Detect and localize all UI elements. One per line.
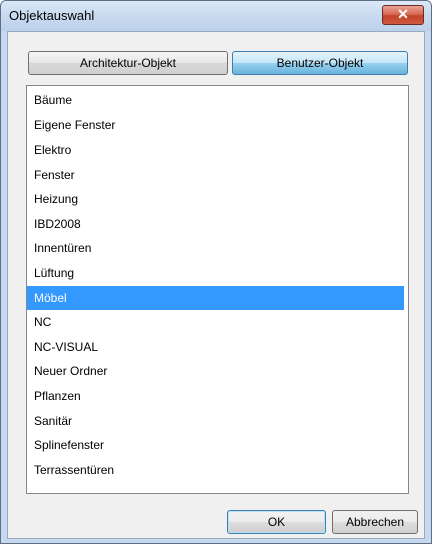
user-object-button[interactable]: Benutzer-Objekt — [232, 51, 408, 75]
dialog-window: Objektauswahl ✕ Architektur-Objekt Benut… — [0, 0, 432, 544]
window-title: Objektauswahl — [9, 8, 95, 23]
ok-button[interactable]: OK — [227, 510, 326, 534]
list-item[interactable]: Innentüren — [27, 236, 404, 260]
list-item[interactable]: IBD2008 — [27, 212, 404, 236]
list-item[interactable]: Eigene Fenster — [27, 113, 404, 137]
list-item[interactable]: Lüftung — [27, 261, 404, 285]
close-icon: ✕ — [397, 6, 409, 22]
list-item[interactable]: Splinefenster — [27, 433, 404, 457]
list-item[interactable]: Elektro — [27, 138, 404, 162]
list-item[interactable]: Terrassentüren — [27, 458, 404, 482]
list-item[interactable]: Heizung — [27, 187, 404, 211]
title-bar[interactable]: Objektauswahl ✕ — [1, 1, 431, 31]
list-item[interactable]: NC-VISUAL — [27, 335, 404, 359]
list-item[interactable]: Sanitär — [27, 409, 404, 433]
list-item[interactable]: Bäume — [27, 88, 404, 112]
list-item[interactable]: Pflanzen — [27, 384, 404, 408]
list-item[interactable]: Fenster — [27, 163, 404, 187]
window-frame-bottom — [1, 539, 431, 543]
list-item-selected[interactable]: Möbel — [27, 286, 404, 310]
list-item[interactable]: Neuer Ordner — [27, 359, 404, 383]
list-item[interactable]: NC — [27, 310, 404, 334]
close-button[interactable]: ✕ — [382, 5, 424, 25]
cancel-button[interactable]: Abbrechen — [332, 510, 418, 534]
architecture-object-button[interactable]: Architektur-Objekt — [28, 51, 228, 75]
dialog-body: Architektur-Objekt Benutzer-Objekt Bäume… — [7, 31, 425, 539]
object-list[interactable]: Bäume Eigene Fenster Elektro Fenster Hei… — [26, 85, 409, 494]
